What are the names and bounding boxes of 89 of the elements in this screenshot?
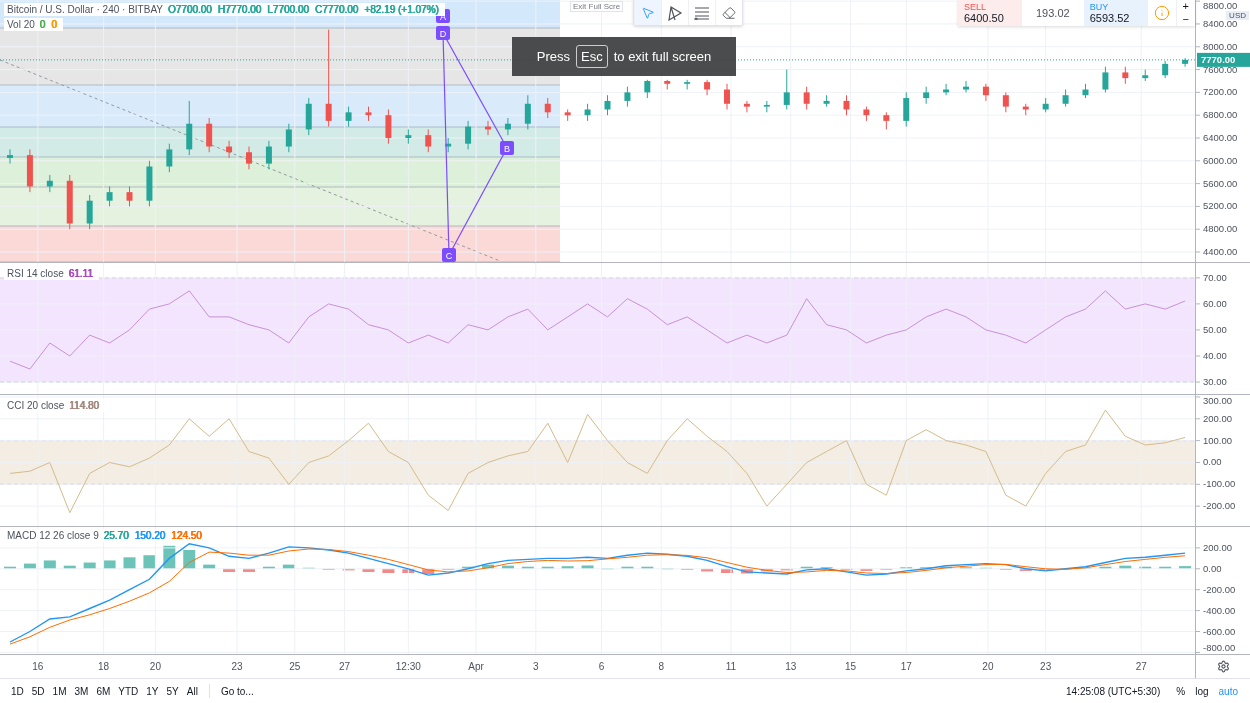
buy-button[interactable]: BUY 6593.52 (1083, 0, 1148, 26)
time-axis-label: 8 (658, 661, 665, 672)
time-axis-label: 6 (598, 661, 605, 672)
indicator-value: O7700.00 (168, 4, 213, 15)
indicator-value: H7770.00 (217, 4, 263, 15)
axis-label: 200.00 (1203, 541, 1233, 553)
currency-label: USD (1226, 11, 1249, 20)
time-axis-label: Apr (468, 661, 484, 672)
axis-label: 30.00 (1203, 376, 1227, 387)
time-axis-label: 27 (339, 661, 351, 672)
indicator-title: MACD 12 26 close 9 (7, 530, 99, 541)
last-price-label: 7770.00 (1197, 52, 1250, 67)
axis-label: -800.00 (1203, 642, 1236, 653)
axis-label: 70.00 (1203, 271, 1227, 283)
pattern-point-label[interactable]: D (436, 26, 450, 40)
toast-text: Press (536, 49, 570, 64)
indicator-value: 124.50 (171, 530, 203, 541)
time-axis-label: 23 (1040, 661, 1052, 672)
axis-label: 60.00 (1203, 297, 1227, 309)
axis-label: 8800.00 (1203, 0, 1238, 11)
range-button[interactable]: YTD (115, 683, 142, 699)
range-button[interactable]: All (183, 683, 201, 699)
axis-label: 0.00 (1203, 562, 1222, 574)
time-axis-label: 15 (844, 661, 857, 672)
indicator-value: L7700.00 (267, 4, 310, 15)
indicator-value: C7770.00 (315, 4, 360, 15)
axis-label: 100.00 (1203, 434, 1233, 446)
time-axis-label: 18 (98, 661, 110, 672)
indicator-value: 0 (51, 19, 58, 30)
tooltip: Exit Full Scre (570, 1, 624, 12)
time-axis-label: 27 (1135, 661, 1147, 672)
zoom-out-button[interactable]: − (1176, 13, 1195, 26)
indicator-value: 150.20 (134, 530, 167, 541)
pattern-point-label[interactable]: B (500, 141, 514, 155)
indicator-title: Bitcoin / U.S. Dollar · 240 · BITBAY (7, 4, 163, 15)
axis-label: 0.00 (1203, 456, 1222, 468)
indicator-value: 114.80 (69, 400, 101, 411)
axis-label: 7200.00 (1203, 86, 1238, 98)
axis-label: -200.00 (1203, 583, 1236, 595)
axis-label: 200.00 (1203, 412, 1233, 424)
axis-label: 8000.00 (1203, 40, 1238, 52)
axis-label: -400.00 (1203, 604, 1236, 616)
axis-label: -200.00 (1203, 500, 1236, 512)
range-button[interactable]: 3M (71, 683, 92, 699)
clock-text: 14:25:08 (UTC+5:30) (1066, 685, 1161, 697)
axis-label: 5600.00 (1203, 177, 1238, 189)
range-button[interactable]: 5D (28, 683, 48, 699)
zoom-in-button[interactable]: + (1176, 0, 1195, 13)
go-to-button[interactable]: Go to... (217, 683, 257, 699)
pattern-point-label[interactable]: C (442, 248, 456, 262)
range-button[interactable]: 1D (8, 683, 27, 699)
range-button[interactable]: 1Y (143, 683, 162, 699)
indicator-value: 25.70 (103, 530, 130, 541)
axis-label: 8400.00 (1203, 17, 1238, 29)
axis-label: 300.00 (1203, 395, 1233, 406)
time-axis-label: 23 (231, 661, 243, 672)
time-axis-label: 16 (32, 661, 44, 672)
indicator-value: 0 (39, 19, 47, 30)
time-axis-label: 13 (785, 661, 797, 672)
time-axis-label: 3 (533, 661, 539, 672)
axis-label: 5200.00 (1203, 200, 1238, 212)
range-button[interactable]: 6M (93, 683, 114, 699)
time-axis-label: 17 (900, 661, 912, 672)
time-axis-label: 11 (725, 661, 737, 672)
range-button[interactable]: 1M (49, 683, 70, 699)
axis-label: 40.00 (1203, 350, 1227, 361)
indicator-title: CCI 20 close (7, 400, 65, 411)
spread-value: 193.02 (1035, 7, 1071, 19)
axis-label: -600.00 (1203, 625, 1236, 637)
indicator-title: Vol 20 (7, 19, 35, 30)
time-axis-label: 25 (289, 661, 301, 672)
axis-label: -100.00 (1203, 478, 1236, 490)
scale-button[interactable]: % (1172, 683, 1190, 699)
axis-label: 6800.00 (1203, 109, 1238, 121)
scale-button[interactable]: log (1191, 683, 1213, 699)
axis-label: 6000.00 (1203, 154, 1238, 166)
axis-label: 50.00 (1203, 323, 1227, 335)
indicator-title: RSI 14 close (7, 268, 64, 279)
axis-label: 6400.00 (1203, 132, 1238, 143)
key-label: Esc (576, 45, 608, 68)
axis-label: 4800.00 (1203, 223, 1238, 235)
time-axis-label: 20 (982, 661, 994, 672)
sell-button[interactable]: SELL 6400.50 (958, 0, 1022, 26)
indicator-value: 61.11 (68, 268, 94, 279)
time-axis-label: 20 (149, 661, 161, 672)
time-axis-label: 12:30 (395, 661, 421, 672)
range-button[interactable]: 5Y (163, 683, 182, 699)
axis-label: 4400.00 (1203, 246, 1238, 257)
toast-text: to exit full screen (613, 49, 712, 64)
